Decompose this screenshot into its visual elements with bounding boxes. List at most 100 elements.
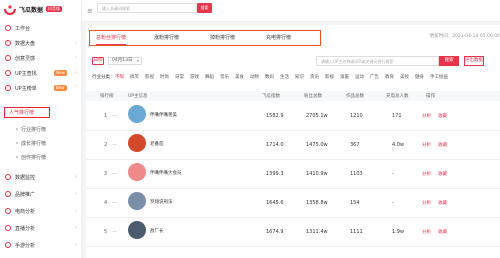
new-badge: New (54, 70, 67, 76)
sidebar-item-brand[interactable]: 品牌推广 › (0, 188, 82, 200)
category-item[interactable]: 健身 (415, 74, 424, 80)
sidebar-item-workbench[interactable]: 工作台 (0, 22, 82, 34)
column-header[interactable]: 飞瓜指数 (262, 93, 280, 99)
collect-link[interactable]: 收藏 (438, 229, 447, 235)
category-item[interactable]: 不限 (115, 74, 124, 80)
category-item[interactable]: 手工绘画 (430, 74, 448, 80)
category-item[interactable]: 数码 (265, 74, 274, 80)
category-item[interactable]: 鬼畜 (340, 74, 349, 80)
chart-icon (5, 40, 11, 46)
collect-link[interactable]: 收藏 (438, 171, 447, 177)
category-item[interactable]: 教育 (385, 74, 394, 80)
column-header[interactable]: 作品总数 (346, 93, 364, 99)
up-name[interactable]: 罗翔说刑法 (150, 199, 173, 205)
category-item[interactable]: 广告 (370, 74, 379, 80)
table-row[interactable]: 5 — 敖厂长 1674.9 1311.4w 1111 1.9w 分析 收藏 (86, 218, 500, 247)
tab-total-fans[interactable]: 总粉丝排行榜 (96, 34, 126, 41)
analyze-link[interactable]: 分析 (422, 171, 431, 177)
global-search-input[interactable]: 输入关键词搜索 (97, 3, 197, 13)
category-item[interactable]: 搞笑 (130, 74, 139, 80)
export-data-button[interactable]: 导出数据 (464, 56, 484, 66)
up-name[interactable]: 老番茄 (150, 141, 164, 147)
category-item[interactable]: 游戏 (190, 74, 199, 80)
category-item[interactable]: 音乐 (220, 74, 229, 80)
bullet-icon (16, 156, 18, 158)
charge-total: - (392, 200, 394, 206)
analyze-link[interactable]: 分析 (422, 142, 431, 148)
rank-number: 2 (104, 142, 108, 148)
sidebar-sub-creation-ranking[interactable]: 创作排行榜 (6, 152, 80, 162)
category-item[interactable]: 影视 (145, 74, 154, 80)
tab-fan-growth[interactable]: 涨粉排行榜 (154, 34, 179, 41)
category-item[interactable]: 知识 (295, 74, 304, 80)
avatar[interactable] (128, 163, 146, 181)
category-item[interactable]: 美食 (235, 74, 244, 80)
category-item[interactable]: 时尚 (160, 74, 169, 80)
column-header[interactable]: 粉丝总数 (304, 93, 322, 99)
avatar[interactable] (128, 192, 146, 210)
up-search-button[interactable]: 搜索 (439, 56, 459, 66)
up-name[interactable]: 敖厂长 (150, 228, 164, 234)
tab-charge[interactable]: 充电排行榜 (266, 34, 291, 41)
logo-text: 飞瓜数据 (19, 6, 44, 14)
charge-total: 171 (392, 113, 402, 119)
global-search-button[interactable]: 搜索 (197, 3, 212, 13)
menu-collapse-icon[interactable]: ≡ (87, 7, 93, 15)
collect-link[interactable]: 收藏 (438, 142, 447, 148)
sidebar-sub-label: 行业排行榜 (21, 126, 47, 133)
avatar[interactable] (128, 134, 146, 152)
sidebar-item-monitoring[interactable]: 数据监控 › (0, 171, 82, 183)
analyze-link[interactable]: 分析 (422, 113, 431, 119)
analyze-link[interactable]: 分析 (422, 200, 431, 206)
table-row[interactable]: 1 — 伴嘴伴嘴善美 1582.9 2705.1w 1210 171 分析 收藏 (86, 102, 500, 131)
table-row[interactable]: 2 — 老番茄 1714.0 1475.0w 367 4.0w 分析 收藏 (86, 131, 500, 160)
date-select[interactable]: 04月13日 ▾ (108, 57, 142, 65)
collect-link[interactable]: 收藏 (438, 200, 447, 206)
sidebar-sub-popularity-ranking[interactable]: 人气排行榜 (4, 107, 50, 118)
avatar[interactable] (128, 221, 146, 239)
sidebar-item-data-dashboard[interactable]: 数据大盘 › (0, 37, 82, 49)
fg-index: 1714.0 (266, 142, 284, 148)
active-tab-indicator (96, 44, 126, 45)
sidebar-item-games[interactable]: 手游分析 › (0, 239, 82, 251)
analyze-link[interactable]: 分析 (422, 229, 431, 235)
category-item[interactable]: 资讯 (310, 74, 319, 80)
sidebar-item-ecommerce[interactable]: 电商分析 › (0, 205, 82, 217)
tab-fan-loss[interactable]: 掉粉排行榜 (210, 34, 235, 41)
up-name[interactable]: 伴嘴伴嘴大会员 (150, 170, 182, 176)
table-row[interactable]: 3 — 伴嘴伴嘴大会员 1399.3 1410.9w 1103 - 分析 收藏 (86, 160, 500, 189)
category-item[interactable]: 日常 (175, 74, 184, 80)
sidebar-item-inspiration[interactable]: 创意灵感 › (0, 52, 82, 64)
up-search-input[interactable]: 请输入UP主名称或UID或关键词进行搜索 (316, 56, 439, 66)
works-total: 367 (350, 142, 360, 148)
sidebar-item-label: 手游分析 (15, 242, 36, 249)
search-icon (5, 70, 11, 76)
logo-badge: 抖音版 (46, 6, 63, 12)
daily-ranking-button[interactable]: 日榜 (92, 57, 104, 65)
sidebar-item-up-search[interactable]: UP主查找 New › (0, 67, 82, 79)
column-header[interactable]: 充电总人数 (386, 93, 409, 99)
up-name[interactable]: 伴嘴伴嘴善美 (150, 112, 177, 118)
avatar[interactable] (128, 105, 146, 123)
sidebar-sub-industry-ranking[interactable]: 行业排行榜 (6, 124, 80, 134)
category-item[interactable]: 美妆 (400, 74, 409, 80)
logo[interactable]: 飞瓜数据 抖音版 (4, 3, 63, 15)
table-header: 排行榜 UP主信息 飞瓜指数 粉丝总数 作品总数 充电总人数 操作 (86, 91, 500, 101)
sidebar-item-live[interactable]: 直播分析 › (0, 222, 82, 234)
trophy-icon (5, 85, 11, 91)
category-item[interactable]: 运动 (355, 74, 364, 80)
category-item[interactable]: 舞蹈 (205, 74, 214, 80)
category-item[interactable]: 生活 (280, 74, 289, 80)
works-total: 1111 (350, 229, 363, 235)
sidebar-item-label: 电商分析 (15, 208, 36, 215)
category-item[interactable]: 影视 (325, 74, 334, 80)
table-row[interactable]: 4 — 罗翔说刑法 1645.6 1358.8w 154 - 分析 收藏 (86, 189, 500, 218)
collect-link[interactable]: 收藏 (438, 113, 447, 119)
category-filter: 行业分类： 不限 搞笑 影视 时尚 日常 游戏 舞蹈 音乐 美食 动物 数码 生… (92, 74, 500, 84)
sidebar-sub-growth-ranking[interactable]: 成长排行榜 (6, 138, 80, 148)
category-item[interactable]: 动物 (250, 74, 259, 80)
bulb-icon (5, 55, 11, 61)
sidebar-item-up-ranking[interactable]: UP主榜单 New ˅ (0, 82, 82, 94)
rank-number: 3 (104, 171, 108, 177)
chevron-down-icon: ▾ (136, 58, 139, 63)
